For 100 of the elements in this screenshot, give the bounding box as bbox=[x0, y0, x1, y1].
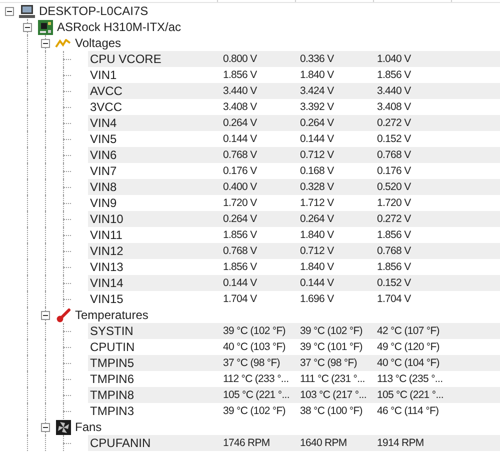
sensor-value: 0.712 V bbox=[299, 244, 335, 259]
sensor-value: 0.768 V bbox=[222, 148, 258, 163]
sensor-row[interactable]: VIN1 1.856 V 1.840 V 1.856 V bbox=[88, 67, 500, 83]
sensor-name: VIN4 bbox=[89, 115, 118, 131]
sensor-name: 3VCC bbox=[89, 99, 124, 115]
sensor-row[interactable]: CPUFANIN 1746 RPM 1640 RPM 1914 RPM bbox=[88, 435, 500, 451]
sensor-name: CPUFANIN bbox=[89, 435, 152, 451]
sensor-value: 0.152 V bbox=[376, 132, 412, 147]
sensor-value: 0.272 V bbox=[376, 212, 412, 227]
sensor-value: 0.800 V bbox=[222, 52, 258, 67]
sensor-name: CPUTIN bbox=[89, 339, 136, 355]
sensor-value: 1.712 V bbox=[299, 196, 335, 211]
sensor-row[interactable]: CPU VCORE 0.800 V 0.336 V 1.040 V bbox=[88, 51, 500, 67]
sensor-value: 0.336 V bbox=[299, 52, 335, 67]
sensor-row[interactable]: VIN6 0.768 V 0.712 V 0.768 V bbox=[88, 147, 500, 163]
sensor-value: 1.040 V bbox=[376, 52, 412, 67]
sensor-name: AVCC bbox=[89, 83, 124, 99]
sensor-row[interactable]: VIN13 1.856 V 1.840 V 1.856 V bbox=[88, 259, 500, 275]
sensor-value: 3.408 V bbox=[376, 100, 412, 115]
sensor-name: VIN6 bbox=[89, 147, 118, 163]
sensor-name: VIN14 bbox=[89, 275, 124, 291]
sensor-value: 111 °C (231 °... bbox=[299, 372, 366, 387]
sensor-value: 1.704 V bbox=[376, 292, 412, 307]
sensor-row[interactable]: SYSTIN 39 °C (102 °F) 39 °C (102 °F) 42 °C (107 °F) bbox=[88, 323, 500, 339]
sensor-value: 40 °C (103 °F) bbox=[222, 340, 286, 355]
expander-icon[interactable] bbox=[40, 422, 50, 432]
sensor-value: 3.408 V bbox=[222, 100, 258, 115]
sensor-name: VIN15 bbox=[89, 291, 124, 307]
sensor-row[interactable]: VIN12 0.768 V 0.712 V 0.768 V bbox=[88, 243, 500, 259]
sensor-name: TMPIN3 bbox=[89, 403, 136, 419]
sensor-value: 0.144 V bbox=[299, 132, 335, 147]
sensor-name: TMPIN8 bbox=[89, 387, 136, 403]
sensor-value: 42 °C (107 °F) bbox=[376, 324, 440, 339]
sensor-value: 0.264 V bbox=[299, 212, 335, 227]
sensor-name: VIN13 bbox=[89, 259, 124, 275]
sensor-value: 1.696 V bbox=[299, 292, 335, 307]
tree-node-label[interactable]: Voltages bbox=[72, 35, 122, 51]
sensor-value: 0.272 V bbox=[376, 116, 412, 131]
sensor-value: 3.424 V bbox=[299, 84, 335, 99]
sensor-row[interactable]: VIN7 0.176 V 0.168 V 0.176 V bbox=[88, 163, 500, 179]
circuit-board-icon bbox=[38, 20, 52, 34]
sensor-value: 0.768 V bbox=[222, 244, 258, 259]
sensor-value: 1746 RPM bbox=[222, 436, 271, 451]
sensor-value: 0.144 V bbox=[299, 276, 335, 291]
sensor-row[interactable]: TMPIN5 37 °C (98 °F) 37 °C (98 °F) 40 °C (104 °F) bbox=[88, 355, 500, 371]
expander-icon[interactable] bbox=[40, 38, 50, 48]
tree-node-label[interactable]: Temperatures bbox=[72, 307, 148, 323]
sensor-name: TMPIN5 bbox=[89, 355, 136, 371]
expander-icon[interactable] bbox=[4, 6, 14, 16]
sensor-value: 39 °C (101 °F) bbox=[299, 340, 364, 355]
sensor-value: 1.720 V bbox=[376, 196, 412, 211]
sensor-value: 1.856 V bbox=[222, 68, 258, 83]
sensor-row[interactable]: TMPIN6 112 °C (233 °... 111 °C (231 °... 113 °C (235 °... bbox=[88, 371, 500, 387]
sensor-value: 3.392 V bbox=[299, 100, 335, 115]
sensor-value: 40 °C (104 °F) bbox=[376, 356, 440, 371]
sensor-value: 0.328 V bbox=[299, 180, 335, 195]
sensor-value: 1.720 V bbox=[222, 196, 258, 211]
tree-node-label[interactable]: DESKTOP-L0CAI7S bbox=[36, 3, 148, 19]
sensor-name: VIN1 bbox=[89, 67, 118, 83]
sensor-row[interactable]: VIN10 0.264 V 0.264 V 0.272 V bbox=[88, 211, 500, 227]
sensor-value: 3.440 V bbox=[376, 84, 412, 99]
sensor-value: 38 °C (100 °F) bbox=[299, 404, 364, 419]
sensor-row[interactable]: VIN9 1.720 V 1.712 V 1.720 V bbox=[88, 195, 500, 211]
tree-node-label[interactable]: Fans bbox=[72, 419, 102, 435]
sensor-value: 1.704 V bbox=[222, 292, 258, 307]
sensor-value: 3.440 V bbox=[222, 84, 258, 99]
sensor-row[interactable]: 3VCC 3.408 V 3.392 V 3.408 V bbox=[88, 99, 500, 115]
sensor-value: 1.856 V bbox=[376, 260, 412, 275]
sensor-value: 113 °C (235 °... bbox=[376, 372, 444, 387]
sensor-row[interactable]: VIN8 0.400 V 0.328 V 0.520 V bbox=[88, 179, 500, 195]
sensor-value: 1.856 V bbox=[376, 68, 412, 83]
sensor-row[interactable]: CPUTIN 40 °C (103 °F) 39 °C (101 °F) 49 °C (120 °F) bbox=[88, 339, 500, 355]
sensor-row[interactable]: VIN4 0.264 V 0.264 V 0.272 V bbox=[88, 115, 500, 131]
sensor-row[interactable]: VIN5 0.144 V 0.144 V 0.152 V bbox=[88, 131, 500, 147]
sensor-value: 39 °C (102 °F) bbox=[222, 324, 286, 339]
sensor-row[interactable]: AVCC 3.440 V 3.424 V 3.440 V bbox=[88, 83, 500, 99]
sensor-row[interactable]: TMPIN3 39 °C (102 °F) 38 °C (100 °F) 46 °C (114 °F) bbox=[88, 403, 500, 419]
sensor-value: 37 °C (98 °F) bbox=[299, 356, 358, 371]
sensor-value: 105 °C (221 °... bbox=[222, 388, 290, 403]
sensor-name: SYSTIN bbox=[89, 323, 134, 339]
sensor-row[interactable]: VIN11 1.856 V 1.840 V 1.856 V bbox=[88, 227, 500, 243]
sensor-value: 105 °C (221 °... bbox=[376, 388, 444, 403]
tree-node-label[interactable]: ASRock H310M-ITX/ac bbox=[54, 19, 182, 35]
sensor-value: 103 °C (217 °... bbox=[299, 388, 368, 403]
sensor-row[interactable]: VIN14 0.144 V 0.144 V 0.152 V bbox=[88, 275, 500, 291]
sensor-row[interactable]: TMPIN8 105 °C (221 °... 103 °C (217 °... 105 °C (221 °... bbox=[88, 387, 500, 403]
computer-icon bbox=[19, 4, 35, 18]
expander-icon[interactable] bbox=[22, 22, 32, 32]
sensor-value: 39 °C (102 °F) bbox=[222, 404, 286, 419]
sensor-value: 1.840 V bbox=[299, 228, 335, 243]
sensor-value: 49 °C (120 °F) bbox=[376, 340, 440, 355]
sensor-row[interactable]: VIN15 1.704 V 1.696 V 1.704 V bbox=[88, 291, 500, 307]
sensor-value: 0.176 V bbox=[376, 164, 412, 179]
fan-icon bbox=[56, 420, 70, 434]
sensor-value: 0.144 V bbox=[222, 132, 258, 147]
sensor-name: VIN10 bbox=[89, 211, 124, 227]
sensor-value: 0.168 V bbox=[299, 164, 335, 179]
expander-icon[interactable] bbox=[40, 310, 50, 320]
sensor-value: 39 °C (102 °F) bbox=[299, 324, 364, 339]
sensor-value: 37 °C (98 °F) bbox=[222, 356, 281, 371]
